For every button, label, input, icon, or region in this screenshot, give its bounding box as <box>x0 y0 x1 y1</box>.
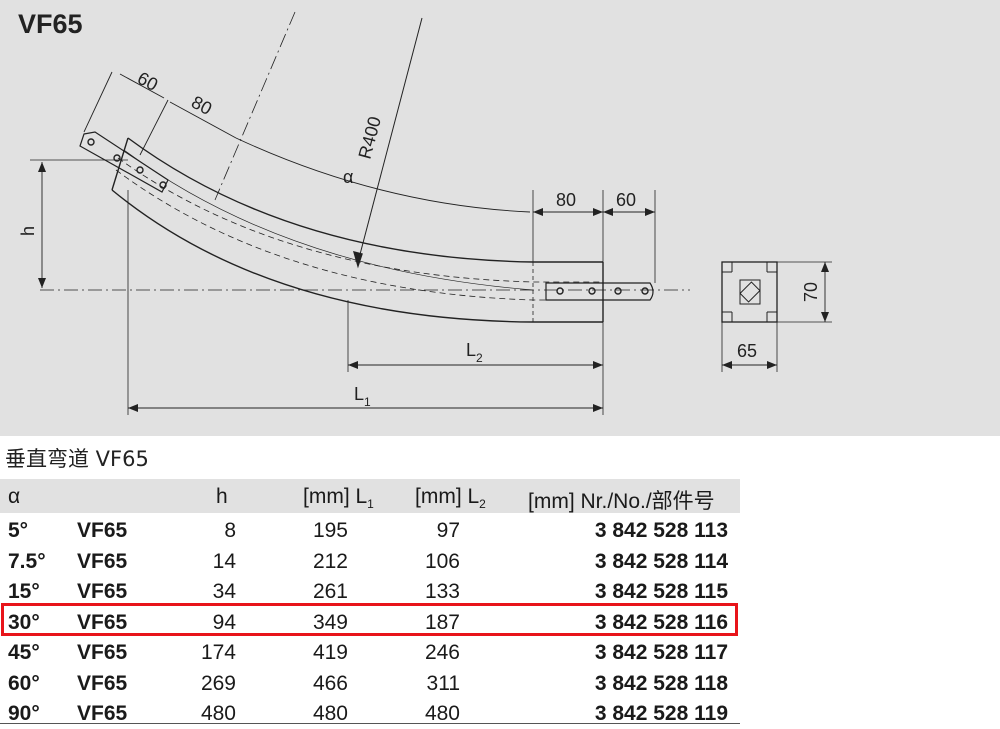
dim-h: h <box>18 226 38 236</box>
cell-h: 34 <box>212 580 236 603</box>
table-bottom-rule <box>0 723 740 724</box>
cell-l1: 195 <box>312 519 348 542</box>
technical-drawing: 60 80 R400 α h 80 60 L2 L1 70 65 VF65 <box>0 0 1000 436</box>
dim-60-top: 60 <box>134 68 161 95</box>
cell-angle: 60° <box>8 671 40 695</box>
cell-l1: 261 <box>312 580 348 603</box>
cell-h: 14 <box>212 549 236 573</box>
cell-h: 174 <box>200 641 236 664</box>
cell-h: 8 <box>224 519 236 542</box>
dim-alpha: α <box>343 167 353 187</box>
profile-left-end <box>111 137 129 191</box>
cell-angle: 5° <box>8 519 29 542</box>
cell-type: VF65 <box>77 549 128 573</box>
dim-l2: L2 <box>466 340 483 365</box>
header-alpha: α <box>8 485 21 508</box>
spec-table: 垂直弯道 VF65 α h [mm] L1 [mm] L2 [mm] Nr./N… <box>0 436 745 729</box>
cell-part-number: 3 842 528 114 <box>594 549 728 573</box>
table-row: 7.5° VF65 14 212 106 3 842 528 114 <box>0 547 740 577</box>
cell-part-number: 3 842 528 118 <box>594 671 728 695</box>
table-caption: 垂直弯道 VF65 <box>5 447 149 471</box>
cell-part-number: 3 842 528 115 <box>594 580 728 603</box>
table-row: 5° VF65 8 195 97 3 842 528 113 <box>0 516 740 546</box>
dim-80-top: 80 <box>188 92 215 119</box>
cell-l2: 246 <box>424 641 460 664</box>
cell-type: VF65 <box>77 519 128 542</box>
dim-60-right: 60 <box>616 190 636 210</box>
cell-angle: 15° <box>8 580 40 603</box>
dim-65: 65 <box>737 341 757 361</box>
cell-h: 269 <box>200 671 236 695</box>
right-tab <box>545 282 654 301</box>
dim-radius: R400 <box>355 114 385 161</box>
table-row: 60° VF65 269 466 311 3 842 528 118 <box>0 669 740 699</box>
dim-70: 70 <box>801 282 821 302</box>
header-l1: [mm] L1 <box>303 485 374 512</box>
table-row: 45° VF65 174 419 246 3 842 528 117 <box>0 638 740 668</box>
dim-80-right: 80 <box>556 190 576 210</box>
cell-l2: 133 <box>424 580 460 603</box>
cell-l2: 106 <box>424 549 460 573</box>
dim-l1: L1 <box>354 384 371 409</box>
table-row: 90° VF65 480 480 480 3 842 528 119 <box>0 699 740 729</box>
drawing-title: VF65 <box>18 9 83 39</box>
cell-part-number: 3 842 528 113 <box>594 519 728 542</box>
header-part-number: [mm] Nr./No./部件号 <box>528 490 715 513</box>
cell-l1: 212 <box>312 549 348 573</box>
bend-drawing-svg: 60 80 R400 α h 80 60 L2 L1 70 65 <box>18 11 832 415</box>
header-l2: [mm] L2 <box>415 485 486 512</box>
cross-section-profile <box>721 261 778 323</box>
cell-type: VF65 <box>77 641 128 664</box>
cell-angle: 45° <box>8 641 40 664</box>
highlight-box <box>1 603 738 636</box>
cell-part-number: 3 842 528 117 <box>594 641 728 664</box>
cell-l2: 311 <box>426 671 460 695</box>
header-h: h <box>216 485 228 508</box>
table-header-row: α h [mm] L1 [mm] L2 [mm] Nr./No./部件号 <box>0 479 740 513</box>
cell-type: VF65 <box>77 580 128 603</box>
cell-l2: 97 <box>436 519 460 542</box>
cell-angle: 7.5° <box>8 549 46 573</box>
cell-l1: 466 <box>312 671 348 695</box>
cell-type: VF65 <box>77 671 128 695</box>
cell-l1: 419 <box>312 641 348 664</box>
